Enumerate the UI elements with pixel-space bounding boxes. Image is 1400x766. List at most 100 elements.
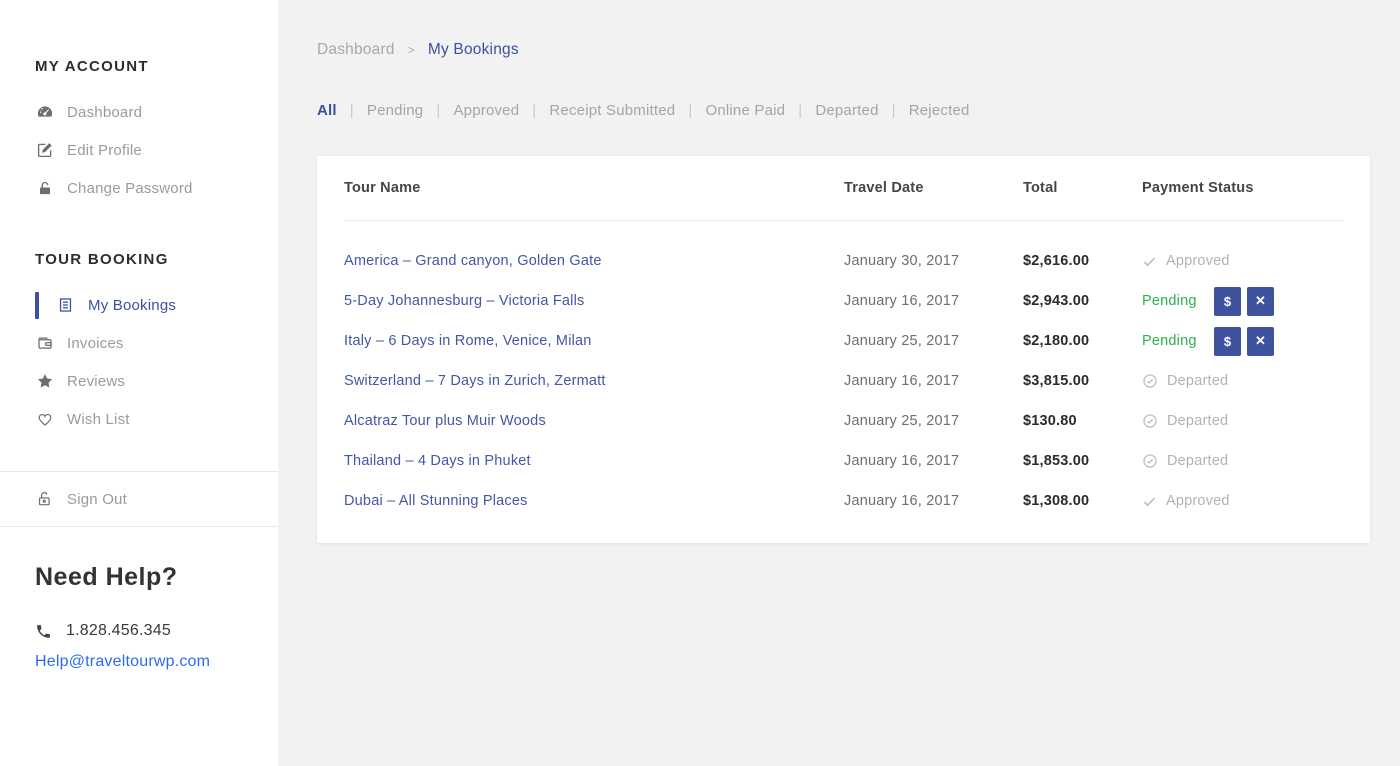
tour-name-link[interactable]: Thailand – 4 Days in Phuket bbox=[344, 453, 844, 469]
edit-icon bbox=[35, 141, 54, 159]
tour-name-link[interactable]: Alcatraz Tour plus Muir Woods bbox=[344, 413, 844, 429]
tour-name-link[interactable]: America – Grand canyon, Golden Gate bbox=[344, 253, 844, 269]
table-row: Thailand – 4 Days in Phuket January 16, … bbox=[317, 441, 1370, 481]
tab-all[interactable]: All bbox=[317, 102, 337, 119]
sidebar-item-edit-profile[interactable]: Edit Profile bbox=[35, 131, 260, 169]
column-header-travel-date: Travel Date bbox=[844, 180, 1023, 196]
sidebar-item-change-password[interactable]: Change Password bbox=[35, 169, 260, 207]
phone-icon bbox=[35, 623, 54, 640]
check-circle-icon bbox=[1142, 453, 1158, 469]
status-badge: Approved bbox=[1166, 253, 1230, 269]
status-badge: Pending bbox=[1142, 293, 1206, 309]
breadcrumb: Dashboard > My Bookings bbox=[317, 41, 1370, 59]
tab-separator: | bbox=[350, 102, 354, 119]
check-icon bbox=[1142, 494, 1157, 509]
tab-rejected[interactable]: Rejected bbox=[909, 102, 970, 119]
travel-date: January 25, 2017 bbox=[844, 413, 1023, 429]
breadcrumb-dashboard[interactable]: Dashboard bbox=[317, 41, 395, 59]
section-title-tour-booking: TOUR BOOKING bbox=[35, 207, 260, 268]
tab-separator: | bbox=[688, 102, 692, 119]
travel-date: January 16, 2017 bbox=[844, 493, 1023, 509]
tab-pending[interactable]: Pending bbox=[367, 102, 423, 119]
cancel-button[interactable]: ✕ bbox=[1247, 327, 1274, 356]
table-row: America – Grand canyon, Golden Gate Janu… bbox=[317, 241, 1370, 281]
bookings-table-card: Tour Name Travel Date Total Payment Stat… bbox=[317, 156, 1370, 543]
main-content: Dashboard > My Bookings All | Pending | … bbox=[278, 0, 1400, 766]
check-icon bbox=[1142, 254, 1157, 269]
check-circle-icon bbox=[1142, 373, 1158, 389]
status-badge: Approved bbox=[1166, 493, 1230, 509]
tour-name-link[interactable]: Switzerland – 7 Days in Zurich, Zermatt bbox=[344, 373, 844, 389]
tab-online-paid[interactable]: Online Paid bbox=[705, 102, 785, 119]
tab-receipt-submitted[interactable]: Receipt Submitted bbox=[549, 102, 675, 119]
pay-button[interactable]: $ bbox=[1214, 287, 1241, 316]
table-row: Italy – 6 Days in Rome, Venice, Milan Ja… bbox=[317, 321, 1370, 361]
table-row: Alcatraz Tour plus Muir Woods January 25… bbox=[317, 401, 1370, 441]
sidebar-item-label: Dashboard bbox=[67, 104, 142, 121]
travel-date: January 16, 2017 bbox=[844, 453, 1023, 469]
total-amount: $2,180.00 bbox=[1023, 333, 1142, 349]
total-amount: $130.80 bbox=[1023, 413, 1142, 429]
sidebar-item-label: Wish List bbox=[67, 411, 130, 428]
sidebar: MY ACCOUNT Dashboard Edit Profile Change… bbox=[0, 0, 278, 766]
table-row: Switzerland – 7 Days in Zurich, Zermatt … bbox=[317, 361, 1370, 401]
column-header-total: Total bbox=[1023, 180, 1142, 196]
chevron-right-icon: > bbox=[408, 43, 415, 57]
column-header-payment-status: Payment Status bbox=[1142, 180, 1343, 196]
breadcrumb-my-bookings: My Bookings bbox=[428, 41, 519, 59]
unlock-icon bbox=[35, 490, 54, 508]
tab-departed[interactable]: Departed bbox=[815, 102, 878, 119]
heart-icon bbox=[35, 411, 54, 428]
tour-name-link[interactable]: Dubai – All Stunning Places bbox=[344, 493, 844, 509]
bookings-icon bbox=[56, 296, 75, 314]
sidebar-item-wish-list[interactable]: Wish List bbox=[35, 400, 260, 438]
status-badge: Departed bbox=[1167, 373, 1228, 389]
total-amount: $3,815.00 bbox=[1023, 373, 1142, 389]
sidebar-item-label: Sign Out bbox=[67, 491, 127, 508]
tour-name-link[interactable]: Italy – 6 Days in Rome, Venice, Milan bbox=[344, 333, 844, 349]
dashboard-icon bbox=[35, 103, 54, 121]
total-amount: $2,943.00 bbox=[1023, 293, 1142, 309]
column-header-tour-name: Tour Name bbox=[344, 180, 844, 196]
section-title-my-account: MY ACCOUNT bbox=[35, 0, 260, 75]
total-amount: $1,853.00 bbox=[1023, 453, 1142, 469]
sidebar-item-label: Reviews bbox=[67, 373, 125, 390]
sidebar-item-sign-out[interactable]: Sign Out bbox=[35, 472, 260, 526]
sidebar-item-my-bookings[interactable]: My Bookings bbox=[35, 286, 260, 324]
travel-date: January 16, 2017 bbox=[844, 373, 1023, 389]
status-badge: Departed bbox=[1167, 453, 1228, 469]
status-badge: Pending bbox=[1142, 333, 1206, 349]
sidebar-item-dashboard[interactable]: Dashboard bbox=[35, 93, 260, 131]
invoices-icon bbox=[35, 334, 54, 352]
tab-approved[interactable]: Approved bbox=[453, 102, 519, 119]
tab-separator: | bbox=[798, 102, 802, 119]
sidebar-item-label: My Bookings bbox=[88, 297, 176, 314]
tab-separator: | bbox=[436, 102, 440, 119]
sidebar-item-label: Invoices bbox=[67, 335, 124, 352]
sidebar-item-label: Edit Profile bbox=[67, 142, 142, 159]
table-header-row: Tour Name Travel Date Total Payment Stat… bbox=[317, 156, 1370, 220]
tab-separator: | bbox=[532, 102, 536, 119]
tour-name-link[interactable]: 5-Day Johannesburg – Victoria Falls bbox=[344, 293, 844, 309]
total-amount: $1,308.00 bbox=[1023, 493, 1142, 509]
active-indicator-bar bbox=[35, 292, 39, 319]
table-row: Dubai – All Stunning Places January 16, … bbox=[317, 481, 1370, 521]
table-row: 5-Day Johannesburg – Victoria Falls Janu… bbox=[317, 281, 1370, 321]
help-email-link[interactable]: Help@traveltourwp.com bbox=[35, 653, 210, 671]
sidebar-item-label: Change Password bbox=[67, 180, 193, 197]
pay-button[interactable]: $ bbox=[1214, 327, 1241, 356]
total-amount: $2,616.00 bbox=[1023, 253, 1142, 269]
star-icon bbox=[35, 372, 54, 390]
tab-separator: | bbox=[892, 102, 896, 119]
status-badge: Departed bbox=[1167, 413, 1228, 429]
sidebar-item-invoices[interactable]: Invoices bbox=[35, 324, 260, 362]
check-circle-icon bbox=[1142, 413, 1158, 429]
travel-date: January 25, 2017 bbox=[844, 333, 1023, 349]
travel-date: January 30, 2017 bbox=[844, 253, 1023, 269]
lock-icon bbox=[35, 180, 54, 197]
travel-date: January 16, 2017 bbox=[844, 293, 1023, 309]
need-help-title: Need Help? bbox=[35, 563, 278, 592]
cancel-button[interactable]: ✕ bbox=[1247, 287, 1274, 316]
sidebar-item-reviews[interactable]: Reviews bbox=[35, 362, 260, 400]
status-filter-tabs: All | Pending | Approved | Receipt Submi… bbox=[317, 102, 1370, 119]
